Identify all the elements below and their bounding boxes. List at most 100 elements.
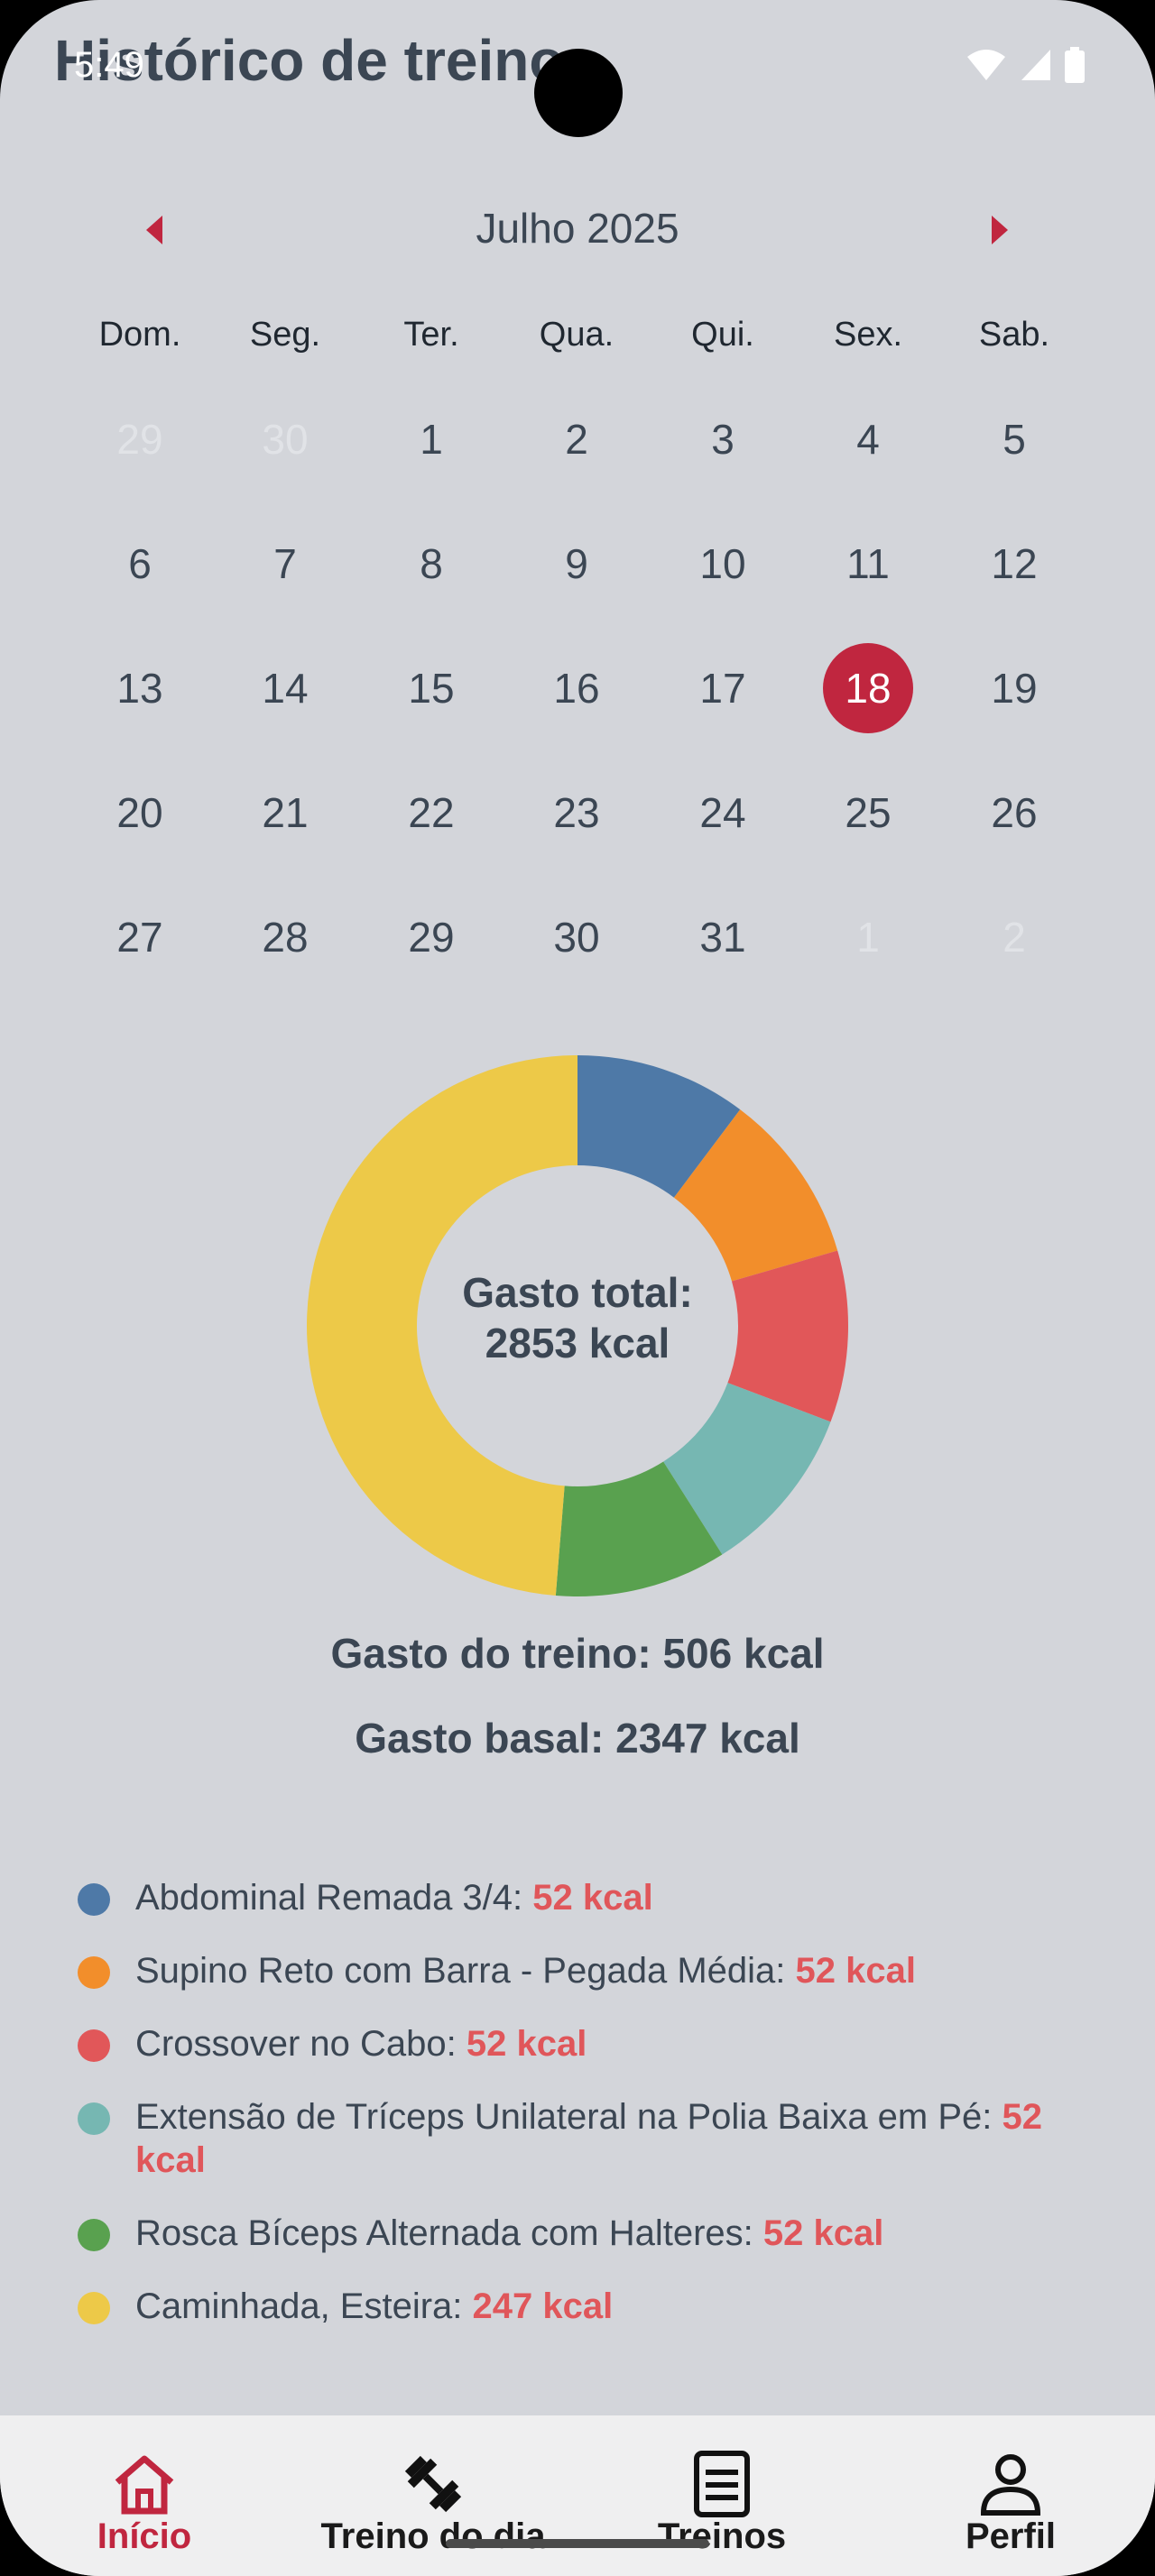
calendar-day[interactable]: 12 (969, 519, 1059, 609)
nav-label: Perfil (965, 2516, 1057, 2556)
bottom-nav: Início Treino do dia Treinos Perfil (0, 2415, 1155, 2576)
legend-text: Caminhada, Esteira: 247 kcal (135, 2285, 613, 2328)
legend-value: 52 kcal (532, 1878, 653, 1918)
legend-label: Supino Reto com Barra - Pegada Média: (135, 1951, 796, 1991)
legend-text: Crossover no Cabo: 52 kcal (135, 2022, 587, 2065)
weekday-label: Qui. (691, 316, 754, 354)
weekday-label: Dom. (98, 316, 181, 354)
legend-dot (78, 1883, 110, 1916)
nav-label: Início (97, 2516, 192, 2556)
calendar-day[interactable]: 30 (531, 892, 622, 982)
calendar-day[interactable]: 2 (531, 394, 622, 484)
calendar-day[interactable]: 5 (969, 394, 1059, 484)
calendar-day-outside-month[interactable]: 29 (95, 394, 185, 484)
calendar-header: Julho 2025 (0, 180, 1155, 280)
calendar-day[interactable]: 6 (95, 519, 185, 609)
weekday-label: Ter. (403, 316, 459, 354)
weekday-label: Sab. (978, 316, 1050, 354)
next-month-button[interactable] (967, 198, 1030, 262)
nav-label: Treino do dia (320, 2516, 546, 2556)
calendar-day[interactable]: 23 (531, 768, 622, 858)
calendar-day[interactable]: 4 (823, 394, 913, 484)
legend-label: Extensão de Tríceps Unilateral na Polia … (135, 2097, 1003, 2137)
calendar-day[interactable]: 11 (823, 519, 913, 609)
calendar-day[interactable]: 25 (823, 768, 913, 858)
legend-item: Extensão de Tríceps Unilateral na Polia … (78, 2095, 1079, 2182)
weekday-label: Qua. (539, 316, 614, 354)
legend-text: Rosca Bíceps Alternada com Halteres: 52 … (135, 2212, 883, 2255)
home-indicator[interactable] (446, 2539, 709, 2548)
calendar-day[interactable]: 8 (386, 519, 476, 609)
weekday-label: Seg. (249, 316, 321, 354)
status-icons (966, 47, 1085, 83)
legend-dot (78, 1956, 110, 1989)
calendar-day[interactable]: 27 (95, 892, 185, 982)
calendar-day[interactable]: 14 (240, 643, 330, 733)
calendar-day[interactable]: 13 (95, 643, 185, 733)
calendar-day-outside-month[interactable]: 1 (823, 892, 913, 982)
legend-label: Abdominal Remada 3/4: (135, 1878, 533, 1918)
legend-item: Abdominal Remada 3/4: 52 kcal (78, 1876, 1079, 1919)
legend-text: Supino Reto com Barra - Pegada Média: 52… (135, 1949, 916, 1992)
signal-icon (1021, 50, 1050, 80)
calendar-day[interactable]: 7 (240, 519, 330, 609)
calendar-day-outside-month[interactable]: 30 (240, 394, 330, 484)
nav-item-inicio[interactable]: Início (0, 2415, 289, 2576)
weekday-label: Sex. (833, 316, 903, 354)
training-expense: Gasto do treino: 506 kcal (330, 1630, 825, 1677)
calendar-day[interactable]: 17 (678, 643, 768, 733)
total-value: 2853 kcal (485, 1320, 670, 1366)
legend-item: Supino Reto com Barra - Pegada Média: 52… (78, 1949, 1079, 1992)
total-label: Gasto total: (462, 1269, 693, 1316)
legend-value: 52 kcal (762, 2213, 884, 2253)
legend-label: Caminhada, Esteira: (135, 2286, 473, 2326)
legend-item: Crossover no Cabo: 52 kcal (78, 2022, 1079, 2065)
battery-icon (1065, 47, 1085, 83)
chevron-right-icon (992, 216, 1008, 244)
calendar-day[interactable]: 16 (531, 643, 622, 733)
nav-label: Treinos (657, 2516, 787, 2556)
legend-text: Abdominal Remada 3/4: 52 kcal (135, 1876, 653, 1919)
calendar-day[interactable]: 26 (969, 768, 1059, 858)
legend-dot (78, 2219, 110, 2251)
screen: Histórico de treino 5:49 Julho 2025 Dom.… (0, 0, 1155, 2576)
legend-text: Extensão de Tríceps Unilateral na Polia … (135, 2095, 1079, 2182)
legend-label: Rosca Bíceps Alternada com Halteres: (135, 2213, 763, 2253)
legend-item: Caminhada, Esteira: 247 kcal (78, 2285, 1079, 2328)
calendar-day[interactable]: 9 (531, 519, 622, 609)
calendar-day[interactable]: 29 (386, 892, 476, 982)
legend-value: 247 kcal (472, 2286, 614, 2326)
legend-value: 52 kcal (795, 1951, 916, 1991)
legend-dot (78, 2029, 110, 2062)
legend-dot (78, 2292, 110, 2324)
calendar-day[interactable]: 1 (386, 394, 476, 484)
dumbbell-icon (404, 2455, 462, 2513)
nav-item-perfil[interactable]: Perfil (866, 2415, 1155, 2576)
status-time: 5:49 (74, 45, 144, 85)
calendar-day-outside-month[interactable]: 2 (969, 892, 1059, 982)
nav-item-treinos[interactable]: Treinos (578, 2415, 866, 2576)
calendar-day[interactable]: 19 (969, 643, 1059, 733)
nav-item-treino-do-dia[interactable]: Treino do dia (289, 2415, 578, 2576)
legend-dot (78, 2102, 110, 2135)
calendar-day[interactable]: 10 (678, 519, 768, 609)
legend-value: 52 kcal (466, 2024, 587, 2064)
calendar-day[interactable]: 3 (678, 394, 768, 484)
calendar-day[interactable]: 21 (240, 768, 330, 858)
list-icon (694, 2451, 750, 2517)
wifi-icon (967, 50, 1005, 80)
calendar-day[interactable]: 15 (386, 643, 476, 733)
home-icon (115, 2455, 174, 2515)
legend-item: Rosca Bíceps Alternada com Halteres: 52 … (78, 2212, 1079, 2255)
person-icon (980, 2454, 1041, 2516)
legend-label: Crossover no Cabo: (135, 2024, 467, 2064)
calendar-day[interactable]: 28 (240, 892, 330, 982)
calendar-day[interactable]: 22 (386, 768, 476, 858)
calendar-day[interactable]: 24 (678, 768, 768, 858)
calendar-day[interactable]: 31 (678, 892, 768, 982)
basal-expense: Gasto basal: 2347 kcal (355, 1715, 800, 1762)
camera-cutout (534, 49, 623, 137)
calendar-day[interactable]: 18 (823, 643, 913, 733)
calendar-day[interactable]: 20 (95, 768, 185, 858)
chart-center-label: Gasto total: 2853 kcal (298, 1267, 857, 1368)
